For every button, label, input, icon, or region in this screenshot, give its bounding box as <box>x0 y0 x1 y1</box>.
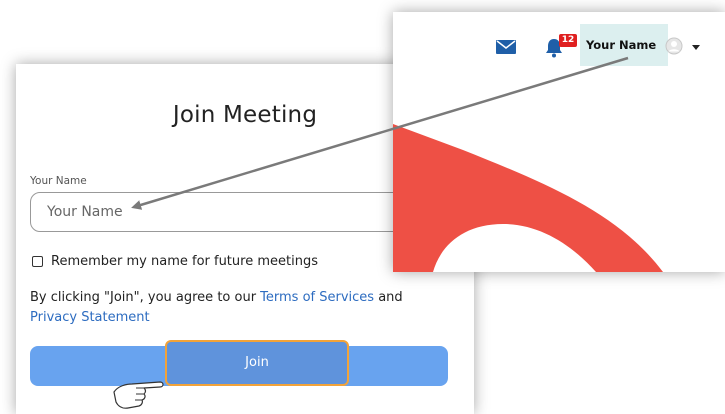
terms-of-service-link[interactable]: Terms of Services <box>260 290 374 305</box>
agree-prefix: By clicking "Join", you agree to our <box>30 290 261 305</box>
avatar-icon[interactable] <box>665 37 683 55</box>
user-name-highlight[interactable]: Your Name <box>580 24 668 66</box>
user-name: Your Name <box>586 38 657 52</box>
pointing-hand-icon <box>113 381 164 409</box>
join-button-label: Join <box>245 355 269 370</box>
header-inset: 12 Your Name <box>393 12 725 272</box>
name-input[interactable] <box>30 192 430 232</box>
remember-name-label: Remember my name for future meetings <box>51 254 318 269</box>
agree-middle: and <box>374 290 403 305</box>
caret-down-icon[interactable] <box>692 45 700 50</box>
privacy-statement-link[interactable]: Privacy Statement <box>30 310 150 325</box>
terms-agreement-text: By clicking "Join", you agree to our Ter… <box>30 288 450 328</box>
join-button-highlight[interactable]: Join <box>165 340 349 386</box>
remember-name-checkbox[interactable] <box>32 256 43 267</box>
name-field-label: Your Name <box>30 175 87 187</box>
notifications[interactable]: 12 <box>545 34 577 60</box>
notification-badge: 12 <box>559 34 577 47</box>
mail-icon[interactable] <box>496 40 516 54</box>
remember-name-row[interactable]: Remember my name for future meetings <box>30 254 318 269</box>
